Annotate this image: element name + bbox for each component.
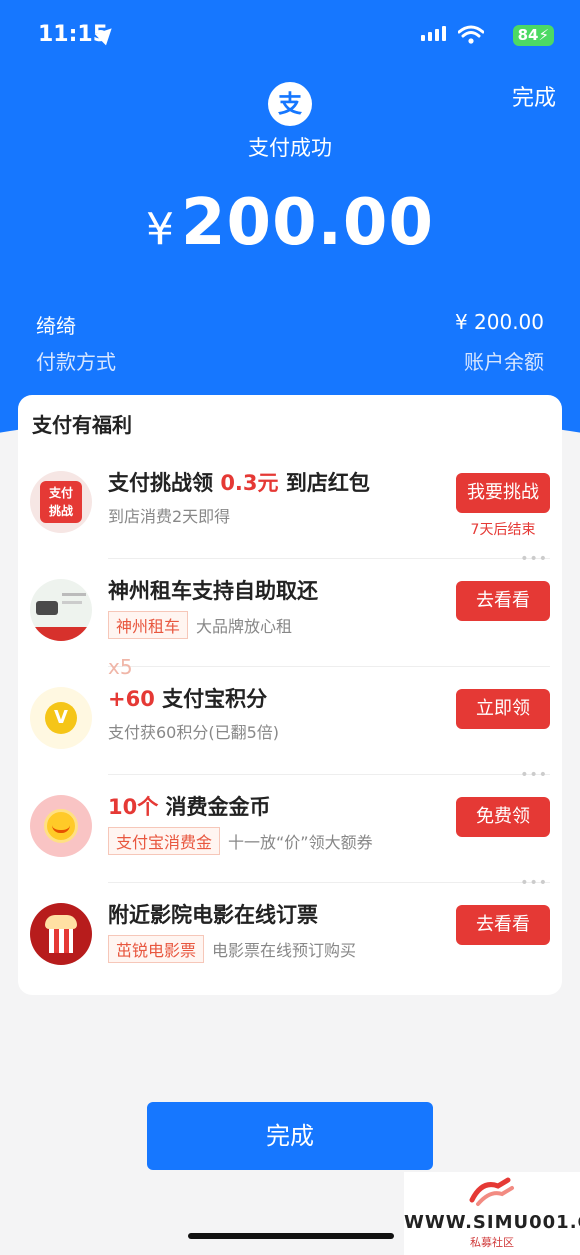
challenge-icon: 支付 挑战: [30, 471, 92, 533]
benefit-title-highlight: +60: [108, 687, 155, 711]
points-icon: V: [30, 687, 92, 749]
benefit-title-post: 消费金金币: [158, 795, 271, 819]
benefit-subtitle: 支付获60积分(已翻5倍): [108, 723, 280, 742]
benefit-item-coins[interactable]: ••• 10个 消费金金币 支付宝消费金 十一放“价”领大额券 免费领: [18, 767, 562, 883]
benefit-subtitle: 支付宝消费金 十一放“价”领大额券: [108, 827, 373, 855]
challenge-deadline: 7天后结束: [470, 522, 536, 538]
charging-icon: ⚡: [538, 26, 549, 44]
payee-name: 绮绮: [36, 314, 76, 338]
done-button[interactable]: 完成: [147, 1102, 433, 1170]
payee-amount: ¥ 200.00: [454, 310, 544, 334]
benefit-title-highlight: 0.3元: [220, 471, 279, 495]
benefit-subtitle: 神州租车 大品牌放心租: [108, 611, 292, 639]
benefits-title: 支付有福利: [32, 413, 132, 437]
payment-method-label: 付款方式: [36, 350, 116, 374]
done-link[interactable]: 完成: [512, 80, 556, 112]
view-button[interactable]: 去看看: [456, 905, 550, 945]
benefit-sub-text: 电影票在线预订购买: [212, 941, 357, 960]
payment-success-title: 支付成功: [248, 136, 332, 160]
benefit-title-highlight: 10个: [108, 795, 159, 819]
popcorn-icon: [30, 903, 92, 965]
benefit-title: 支付挑战领 0.3元 到店红包: [108, 467, 370, 497]
amount-value: 200.00: [181, 186, 434, 260]
brand-tag: 支付宝消费金: [108, 827, 221, 855]
payment-amount: ¥200.00: [0, 186, 580, 260]
payee-row: 绮绮 ¥ 200.00: [36, 310, 544, 339]
benefit-sub-text: 大品牌放心租: [196, 617, 293, 636]
watermark: WWW.SIMU001.CN 私募社区: [404, 1172, 580, 1255]
currency-symbol: ¥: [146, 204, 176, 255]
more-icon[interactable]: •••: [520, 551, 548, 567]
watermark-logo-icon: [469, 1177, 514, 1206]
battery-level: 84: [517, 26, 539, 44]
benefits-card: 支付有福利 支付 挑战 支付挑战领 0.3元 到店红包 到店消费2天即得 我要挑…: [18, 395, 562, 995]
view-button[interactable]: 去看看: [456, 581, 550, 621]
wifi-icon: [458, 25, 484, 44]
challenge-icon-text: 支付 挑战: [40, 481, 82, 523]
challenge-button[interactable]: 我要挑战: [456, 473, 550, 513]
benefit-title-post: 支付宝积分: [154, 687, 268, 711]
brand-tag: 神州租车: [108, 611, 189, 639]
battery-indicator: 84⚡: [512, 25, 554, 46]
benefit-item-points[interactable]: x5 V +60 支付宝积分 支付获60积分(已翻5倍) 立即领: [18, 655, 562, 775]
multiplier-badge: x5: [108, 655, 133, 679]
benefit-title-pre: 支付挑战领: [108, 471, 221, 495]
benefit-title-post: 到店红包: [278, 471, 370, 495]
more-icon[interactable]: •••: [520, 875, 548, 891]
benefit-title: 附近影院电影在线订票: [108, 903, 318, 927]
benefit-subtitle: 到店消费2天即得: [108, 507, 231, 526]
watermark-subtitle: 私募社区: [470, 1236, 514, 1249]
benefit-sub-text: 十一放“价”领大额券: [228, 833, 373, 852]
benefit-subtitle: 茁锐电影票 电影票在线预订购买: [108, 935, 356, 963]
payment-method-row: 付款方式 账户余额: [36, 346, 544, 375]
coin-icon: [30, 795, 92, 857]
home-indicator[interactable]: [188, 1233, 394, 1239]
status-bar: 11:15 84⚡: [38, 22, 554, 52]
benefit-title: +60 支付宝积分: [108, 683, 267, 713]
benefit-item-car-rental[interactable]: ••• 神州租车支持自助取还 神州租车 大品牌放心租 去看看: [18, 551, 562, 667]
car-rental-icon: [30, 579, 92, 641]
payment-method-value: 账户余额: [464, 350, 544, 374]
watermark-url: WWW.SIMU001.CN: [404, 1212, 580, 1233]
benefit-item-challenge[interactable]: 支付 挑战 支付挑战领 0.3元 到店红包 到店消费2天即得 我要挑战 7天后结…: [18, 451, 562, 559]
free-claim-button[interactable]: 免费领: [456, 797, 550, 837]
claim-button[interactable]: 立即领: [456, 689, 550, 729]
more-icon[interactable]: •••: [520, 767, 548, 783]
benefit-item-movie[interactable]: ••• 附近影院电影在线订票 茁锐电影票 电影票在线预订购买 去看看: [18, 875, 562, 991]
alipay-logo-icon: 支: [268, 82, 312, 126]
brand-tag: 茁锐电影票: [108, 935, 205, 963]
benefit-title: 神州租车支持自助取还: [108, 579, 318, 603]
benefit-title: 10个 消费金金币: [108, 791, 271, 821]
signal-icon: [421, 26, 446, 41]
